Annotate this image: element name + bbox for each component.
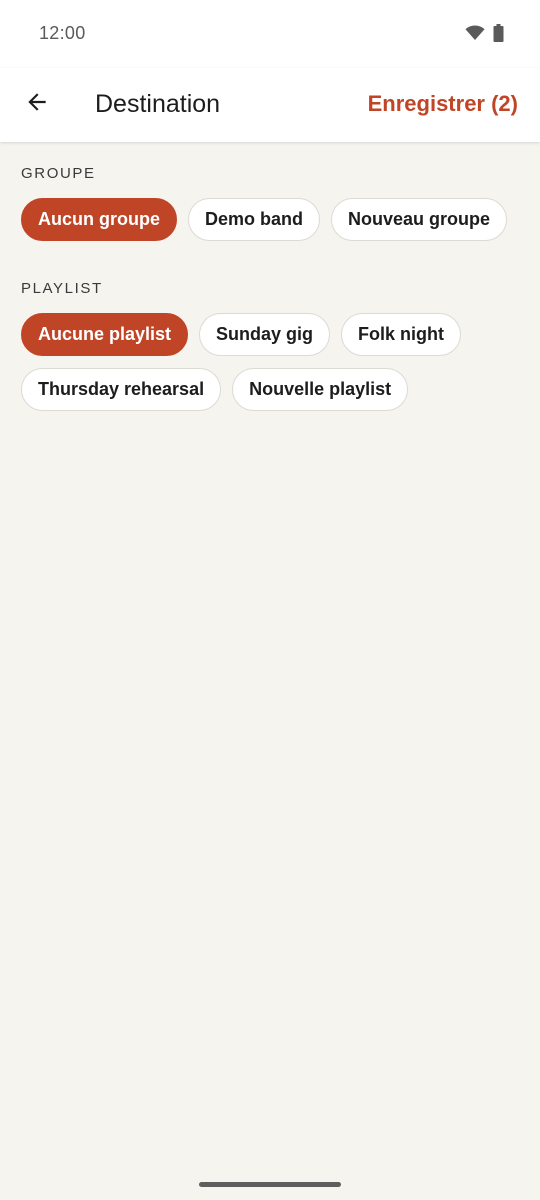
chip-sunday-gig[interactable]: Sunday gig xyxy=(199,313,331,356)
playlist-chip-list: Aucune playlist Sunday gig Folk night Th… xyxy=(21,313,521,411)
back-button[interactable] xyxy=(16,83,58,125)
chip-folk-night[interactable]: Folk night xyxy=(341,313,462,356)
arrow-back-icon xyxy=(24,89,50,120)
top-app-bar: Destination Enregistrer (2) xyxy=(0,68,540,142)
status-bar: 12:00 xyxy=(0,0,540,68)
battery-icon xyxy=(493,24,504,47)
group-chip-list: Aucun groupe Demo band Nouveau groupe xyxy=(21,198,521,241)
chip-no-group[interactable]: Aucun groupe xyxy=(21,198,177,241)
chip-new-group[interactable]: Nouveau groupe xyxy=(331,198,508,241)
chip-new-playlist[interactable]: Nouvelle playlist xyxy=(232,368,409,411)
group-section-label: GROUPE xyxy=(21,165,96,182)
status-time: 12:00 xyxy=(39,23,86,43)
page-title: Destination xyxy=(95,90,221,118)
chip-demo-band[interactable]: Demo band xyxy=(188,198,321,241)
status-icons xyxy=(465,24,504,47)
chip-no-playlist[interactable]: Aucune playlist xyxy=(21,313,189,356)
playlist-section-label: PLAYLIST xyxy=(21,280,103,297)
wifi-icon xyxy=(465,25,485,46)
home-indicator[interactable] xyxy=(199,1182,341,1187)
save-button[interactable]: Enregistrer (2) xyxy=(368,91,518,117)
chip-thursday-rehearsal[interactable]: Thursday rehearsal xyxy=(21,368,222,411)
